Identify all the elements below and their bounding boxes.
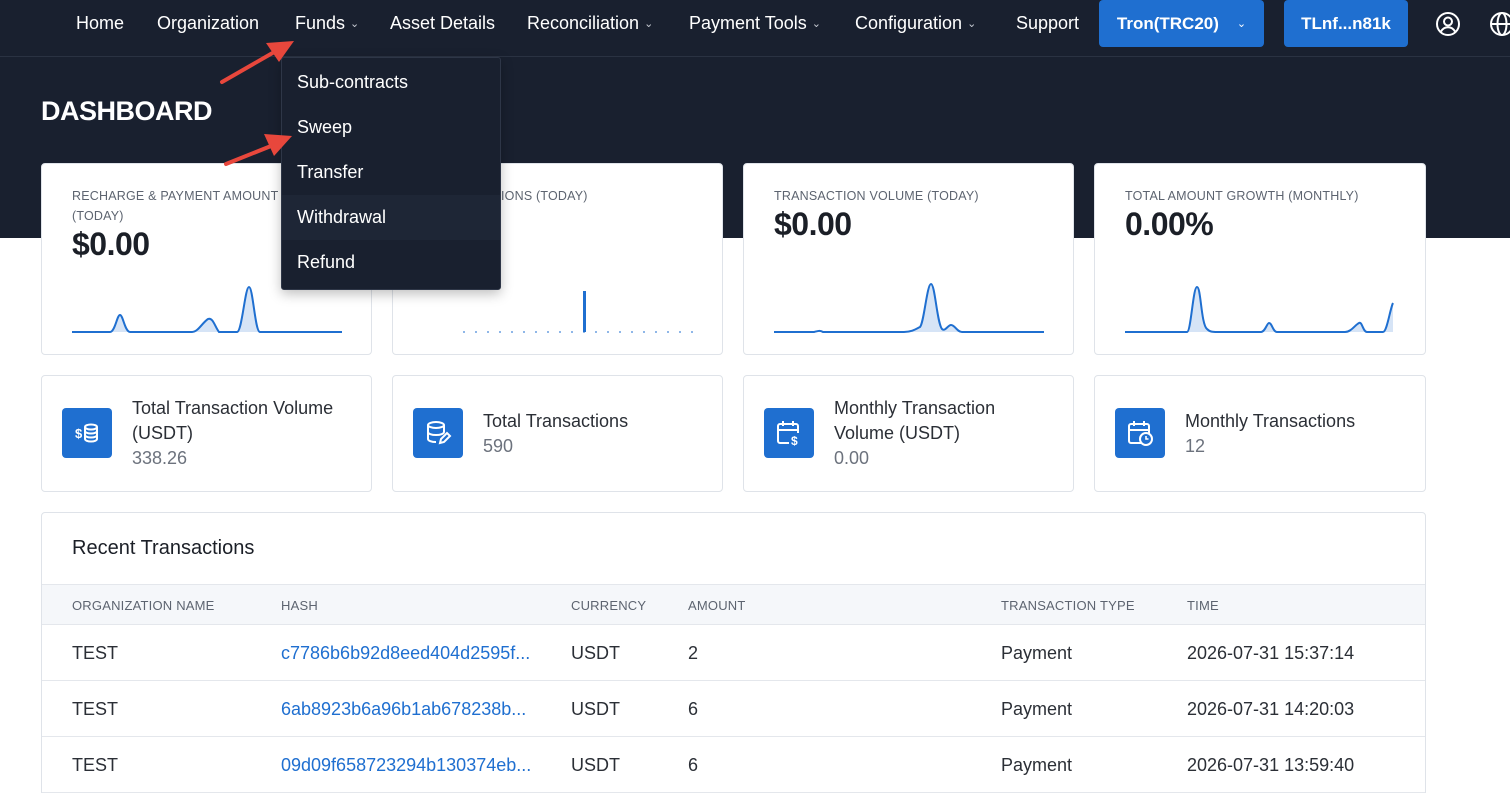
globe-icon[interactable] bbox=[1489, 11, 1510, 37]
table-row: TEST 09d09f658723294b130374eb... USDT 6 … bbox=[42, 737, 1425, 793]
chevron-down-icon: ⌄ bbox=[1236, 18, 1247, 30]
cell-amount: 6 bbox=[688, 755, 699, 775]
info-card-total-volume: $ Total Transaction Volume (USDT) 338.26 bbox=[41, 375, 372, 492]
stat-card-value: 0.00% bbox=[1125, 206, 1214, 242]
column-header-time: TIME bbox=[1187, 598, 1219, 613]
nav-reconciliation[interactable]: Reconciliation ⌄ bbox=[527, 0, 653, 47]
cell-hash-link[interactable]: c7786b6b92d8eed404d2595f... bbox=[281, 625, 530, 681]
chevron-down-icon: ⌄ bbox=[967, 18, 977, 30]
sparkline-chart bbox=[774, 282, 1044, 333]
chevron-down-icon: ⌄ bbox=[811, 18, 821, 30]
cell-time: 2026-07-31 15:37:14 bbox=[1187, 643, 1355, 663]
table-row: TEST 6ab8923b6a96b1ab678238b... USDT 6 P… bbox=[42, 681, 1425, 737]
stat-card-value: $0.00 bbox=[774, 206, 852, 242]
network-select-button[interactable]: Tron(TRC20) ⌄ bbox=[1099, 0, 1264, 47]
cell-currency: USDT bbox=[571, 699, 620, 719]
cell-amount: 6 bbox=[688, 699, 699, 719]
stat-card-title: TRANSACTION VOLUME (TODAY) bbox=[774, 189, 979, 203]
info-card-value: 590 bbox=[483, 436, 514, 456]
column-header-transaction-type: TRANSACTION TYPE bbox=[1001, 598, 1135, 613]
cell-organization: TEST bbox=[72, 699, 119, 719]
info-card-label: Monthly Transactions bbox=[1185, 411, 1356, 431]
nav-configuration[interactable]: Configuration ⌄ bbox=[855, 0, 976, 47]
stat-card-amount-growth: TOTAL AMOUNT GROWTH (MONTHLY) 0.00% bbox=[1094, 163, 1426, 355]
svg-text:$: $ bbox=[75, 426, 83, 441]
chevron-down-icon: ⌄ bbox=[644, 18, 654, 30]
cell-transaction-type: Payment bbox=[1001, 755, 1073, 775]
calendar-dollar-icon: $ bbox=[764, 408, 814, 458]
stat-card-value: $0.00 bbox=[72, 226, 150, 262]
menu-item-withdrawal[interactable]: Withdrawal bbox=[282, 195, 500, 240]
recent-transactions-title: Recent Transactions bbox=[72, 537, 255, 559]
sparkline-chart bbox=[1125, 285, 1394, 333]
nav-support[interactable]: Support bbox=[1016, 0, 1079, 47]
cell-transaction-type: Payment bbox=[1001, 643, 1073, 663]
stat-card-title: TOTAL AMOUNT GROWTH (MONTHLY) bbox=[1125, 189, 1359, 203]
database-edit-icon bbox=[413, 408, 463, 458]
table-row: TEST c7786b6b92d8eed404d2595f... USDT 2 … bbox=[42, 625, 1425, 681]
column-header-amount: AMOUNT bbox=[688, 598, 746, 613]
stat-card-title: IONS (TODAY) bbox=[501, 189, 588, 203]
info-card-value: 12 bbox=[1185, 436, 1206, 456]
nav-funds[interactable]: Funds ⌄ bbox=[295, 0, 359, 47]
column-header-hash: HASH bbox=[281, 598, 318, 613]
recent-transactions-card: Recent Transactions ORGANIZATION NAME HA… bbox=[41, 512, 1426, 793]
info-card-value: 338.26 bbox=[132, 448, 188, 468]
info-card-label: Total Transaction Volume (USDT) bbox=[132, 398, 334, 443]
cell-amount: 2 bbox=[688, 643, 699, 663]
cell-currency: USDT bbox=[571, 643, 620, 663]
funds-dropdown-menu: Sub-contracts Sweep Transfer Withdrawal … bbox=[281, 57, 501, 290]
stat-card-title: RECHARGE & PAYMENT AMOUNT bbox=[72, 189, 279, 203]
cell-currency: USDT bbox=[571, 755, 620, 775]
column-header-organization: ORGANIZATION NAME bbox=[72, 598, 215, 613]
menu-item-sub-contracts[interactable]: Sub-contracts bbox=[282, 60, 500, 105]
stat-card-transaction-volume: TRANSACTION VOLUME (TODAY) $0.00 bbox=[743, 163, 1074, 355]
cell-time: 2026-07-31 13:59:40 bbox=[1187, 755, 1355, 775]
info-card-label: Monthly Transaction Volume (USDT) bbox=[834, 398, 996, 443]
top-navbar: Home Organization Funds ⌄ Asset Details R… bbox=[0, 0, 1510, 57]
nav-asset-details[interactable]: Asset Details bbox=[390, 0, 495, 47]
page-title: DASHBOARD bbox=[41, 96, 213, 126]
info-card-monthly-transactions: Monthly Transactions 12 bbox=[1094, 375, 1426, 492]
info-card-monthly-volume: $ Monthly Transaction Volume (USDT) 0.00 bbox=[743, 375, 1074, 492]
cell-organization: TEST bbox=[72, 643, 119, 663]
menu-item-transfer[interactable]: Transfer bbox=[282, 150, 500, 195]
cell-hash-link[interactable]: 6ab8923b6a96b1ab678238b... bbox=[281, 681, 526, 737]
column-header-currency: CURRENCY bbox=[571, 598, 647, 613]
info-card-value: 0.00 bbox=[834, 448, 870, 468]
info-card-total-transactions: Total Transactions 590 bbox=[392, 375, 723, 492]
nav-payment-tools[interactable]: Payment Tools ⌄ bbox=[689, 0, 821, 47]
calendar-clock-icon bbox=[1115, 408, 1165, 458]
cell-time: 2026-07-31 14:20:03 bbox=[1187, 699, 1355, 719]
svg-text:$: $ bbox=[791, 434, 798, 447]
cell-organization: TEST bbox=[72, 755, 119, 775]
info-card-label: Total Transactions bbox=[483, 411, 629, 431]
stat-card-subtitle: (TODAY) bbox=[72, 209, 124, 223]
cell-hash-link[interactable]: 09d09f658723294b130374eb... bbox=[281, 737, 531, 793]
nav-organization[interactable]: Organization bbox=[157, 0, 259, 47]
wallet-address-button[interactable]: TLnf...n81k bbox=[1284, 0, 1408, 47]
cell-transaction-type: Payment bbox=[1001, 699, 1073, 719]
user-circle-icon[interactable] bbox=[1435, 11, 1461, 37]
menu-item-sweep[interactable]: Sweep bbox=[282, 105, 500, 150]
chevron-down-icon: ⌄ bbox=[350, 18, 360, 30]
table-header: ORGANIZATION NAME HASH CURRENCY AMOUNT T… bbox=[42, 584, 1425, 625]
dollar-coins-icon: $ bbox=[62, 408, 112, 458]
menu-item-refund[interactable]: Refund bbox=[282, 240, 500, 285]
nav-home[interactable]: Home bbox=[76, 0, 124, 47]
